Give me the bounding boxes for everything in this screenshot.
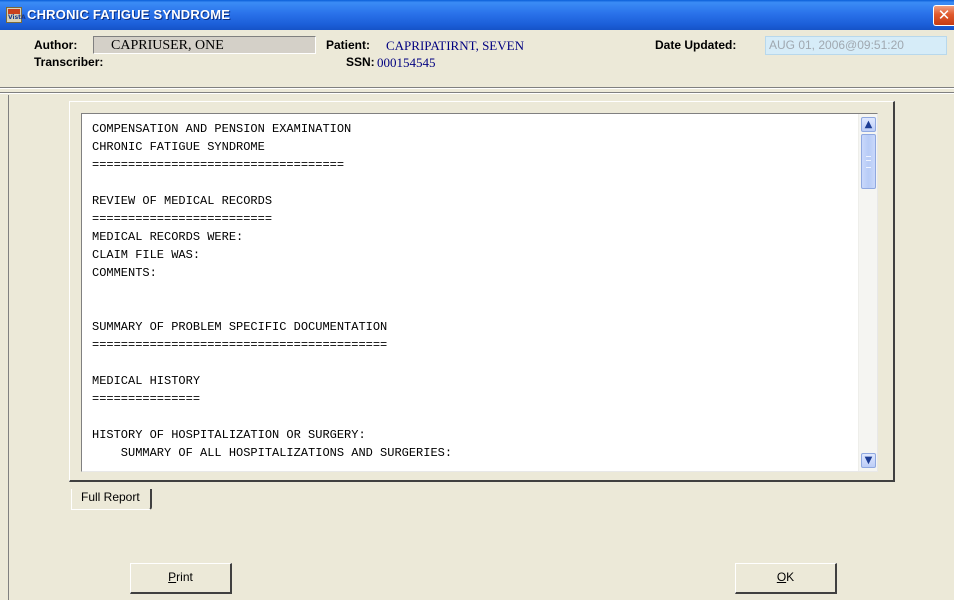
scroll-down-button[interactable]: ▼ <box>861 453 876 468</box>
window-title: CHRONIC FATIGUE SYNDROME <box>27 7 231 22</box>
report-line: ========================================… <box>92 338 388 352</box>
app-logo-icon-text: VistA <box>8 14 26 21</box>
report-scrollbar[interactable]: ▲ ▼ <box>858 114 877 471</box>
ssn-value: 000154545 <box>377 55 436 70</box>
report-line <box>92 174 452 192</box>
ok-button-accelerator: O <box>776 570 787 584</box>
report-line: HISTORY OF HOSPITALIZATION OR SURGERY: <box>92 428 366 442</box>
report-line: SUMMARY OF PROBLEM SPECIFIC DOCUMENTATIO… <box>92 320 388 334</box>
report-line <box>92 282 452 300</box>
scroll-thumb[interactable] <box>861 134 876 189</box>
ok-button-label: K <box>786 570 795 584</box>
report-window: VistA CHRONIC FATIGUE SYNDROME ✕ Author:… <box>0 0 954 600</box>
report-line: SUMMARY OF ALL HOSPITALIZATIONS AND SURG… <box>92 446 453 460</box>
close-button[interactable]: ✕ <box>933 5 954 26</box>
patient-value: CAPRIPATIRNT, SEVEN <box>386 38 524 53</box>
report-line: =================================== <box>92 158 345 172</box>
grip-icon <box>866 156 871 168</box>
report-line: MEDICAL HISTORY <box>92 374 201 388</box>
date-updated-label: Date Updated: <box>655 38 737 52</box>
date-updated-field: AUG 01, 2006@09:51:20 <box>765 36 947 55</box>
print-button[interactable]: Print <box>130 563 232 594</box>
report-line: =============== <box>92 392 201 406</box>
app-logo-icon: VistA <box>6 7 26 23</box>
scroll-up-button[interactable]: ▲ <box>861 117 876 132</box>
report-line: COMMENTS: <box>92 266 157 280</box>
report-line <box>92 300 452 318</box>
print-button-accelerator: P <box>168 570 177 584</box>
title-bar[interactable]: VistA CHRONIC FATIGUE SYNDROME ✕ <box>0 0 954 30</box>
print-button-label: rint <box>176 570 193 584</box>
report-line: MEDICAL RECORDS WERE: <box>92 230 244 244</box>
header-divider <box>0 87 954 89</box>
header-divider-lower <box>0 92 954 94</box>
close-icon: ✕ <box>937 6 951 24</box>
patient-label: Patient: <box>326 38 371 52</box>
report-line: CLAIM FILE WAS: <box>92 248 201 262</box>
author-label: Author: <box>34 38 78 52</box>
content-left-edge <box>8 95 9 600</box>
report-line <box>92 354 452 372</box>
ok-button[interactable]: OK <box>735 563 837 594</box>
report-line: ========================= <box>92 212 273 226</box>
tab-full-report-label: Full Report <box>81 490 140 504</box>
report-line: CHRONIC FATIGUE SYNDROME <box>92 140 265 154</box>
report-line <box>92 408 452 426</box>
report-line: COMPENSATION AND PENSION EXAMINATION <box>92 122 352 136</box>
tab-full-report[interactable]: Full Report <box>71 489 152 510</box>
date-updated-value: AUG 01, 2006@09:51:20 <box>769 38 904 52</box>
author-value: CAPRIUSER, ONE <box>111 38 224 53</box>
chevron-down-icon: ▼ <box>864 455 873 466</box>
report-line: REVIEW OF MEDICAL RECORDS <box>92 194 273 208</box>
transcriber-label: Transcriber: <box>34 55 104 69</box>
report-text-area[interactable]: COMPENSATION AND PENSION EXAMINATION CHR… <box>81 113 878 472</box>
chevron-up-icon: ▲ <box>864 119 873 130</box>
author-field: CAPRIUSER, ONE <box>93 36 316 54</box>
report-lines: COMPENSATION AND PENSION EXAMINATION CHR… <box>92 120 452 462</box>
ssn-label: SSN: <box>346 55 375 69</box>
